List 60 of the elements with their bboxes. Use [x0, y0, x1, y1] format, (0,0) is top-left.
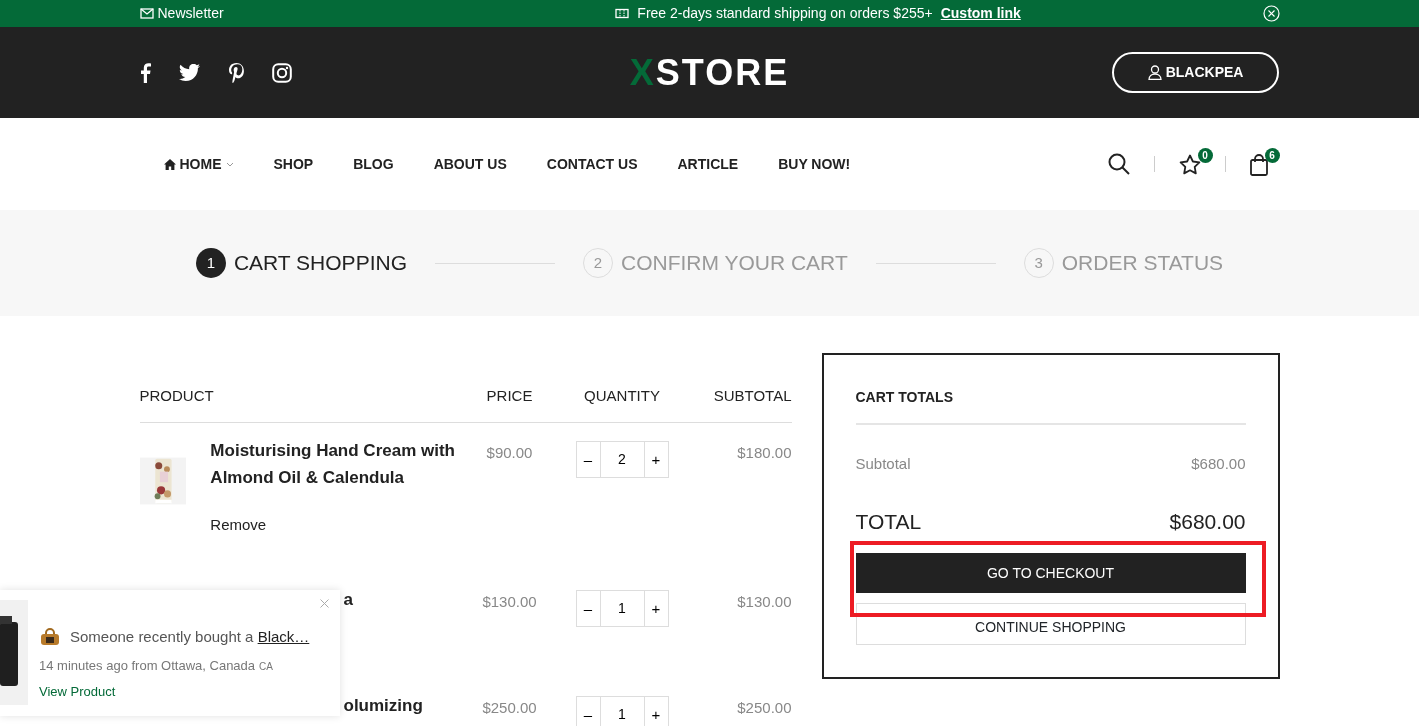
shopping-bag-icon[interactable]	[1249, 153, 1268, 176]
checkout-button[interactable]: GO TO CHECKOUT	[855, 553, 1246, 593]
nav-link[interactable]: BLOG	[333, 153, 414, 175]
column-header: PRODUCT	[139, 386, 215, 407]
view-product-link[interactable]: View Product	[39, 682, 116, 702]
nav-link[interactable]: HOME	[139, 153, 254, 175]
quantity-field[interactable]: 2	[599, 442, 645, 477]
subtotal-label: Subtotal	[855, 454, 911, 474]
total-value: $680.00	[1169, 508, 1246, 535]
quantity-stepper[interactable]: – 2 +	[575, 441, 669, 478]
product-price: $250.00	[482, 699, 537, 716]
quantity-stepper[interactable]: – 1 +	[575, 696, 669, 726]
nav-link[interactable]: ABOUT US	[413, 153, 527, 175]
column-header: QUANTITY	[583, 386, 661, 407]
product-price: $90.00	[486, 444, 533, 461]
nav-link[interactable]: BUY NOW!	[758, 153, 871, 175]
row-subtotal: $180.00	[737, 444, 792, 461]
subtotal-value: $680.00	[1191, 454, 1246, 474]
caret-icon	[225, 161, 234, 167]
user-icon	[1147, 65, 1162, 80]
row-subtotal: $250.00	[737, 699, 792, 716]
facebook-icon[interactable]	[139, 62, 151, 83]
ticket-icon	[615, 8, 630, 19]
site-logo[interactable]: XSTORE	[629, 45, 790, 100]
pinterest-icon[interactable]	[227, 62, 244, 83]
column-header: SUBTOTAL	[712, 386, 792, 407]
count-badge: 0	[1197, 148, 1213, 163]
product-link[interactable]: Black…	[257, 628, 310, 645]
country-code: CA	[259, 660, 273, 674]
newsletter-link[interactable]: Newsletter	[157, 3, 224, 24]
product-name[interactable]: Moisturising Hand Cream with Almond Oil & Calendula	[210, 437, 470, 491]
quantity-field[interactable]: 1	[599, 591, 645, 626]
purchase-text: Someone recently bought a Black…	[70, 627, 310, 647]
row-subtotal: $130.00	[737, 593, 792, 610]
envelope-icon	[139, 8, 154, 19]
quantity-field[interactable]: 1	[599, 697, 645, 726]
account-button[interactable]: BLACKPEA	[1111, 52, 1280, 93]
star-icon[interactable]	[1178, 154, 1201, 176]
shopping-bag-icon	[40, 628, 60, 647]
total-label: TOTAL	[855, 508, 922, 535]
remove-link[interactable]: Remove	[210, 514, 267, 537]
instagram-icon[interactable]	[271, 62, 292, 83]
nav-link[interactable]: ARTICLE	[657, 153, 759, 175]
column-header: PRICE	[485, 386, 534, 407]
checkout-step[interactable]: 1 CART SHOPPING	[195, 247, 407, 279]
quantity-stepper[interactable]: – 1 +	[575, 590, 669, 627]
continue-shopping-button[interactable]: CONTINUE SHOPPING	[855, 603, 1246, 645]
search-icon[interactable]	[1107, 153, 1130, 175]
time-location-text: 14 minutes ago from Ottawa, Canada	[39, 657, 256, 675]
nav-link[interactable]: CONTACT US	[526, 153, 658, 175]
product-name[interactable]: olumizing	[343, 692, 423, 726]
home-icon	[163, 158, 176, 170]
product-name[interactable]: a	[343, 586, 353, 678]
twitter-icon[interactable]	[178, 64, 200, 81]
promo-text: Free 2-days standard shipping on orders $255+	[637, 4, 933, 23]
panel-title: CART TOTALS	[855, 389, 953, 405]
count-badge: 6	[1264, 148, 1280, 163]
product-price: $130.00	[482, 593, 537, 610]
nav-link[interactable]: SHOP	[253, 153, 334, 175]
promo-link[interactable]: Custom link	[940, 3, 1021, 24]
